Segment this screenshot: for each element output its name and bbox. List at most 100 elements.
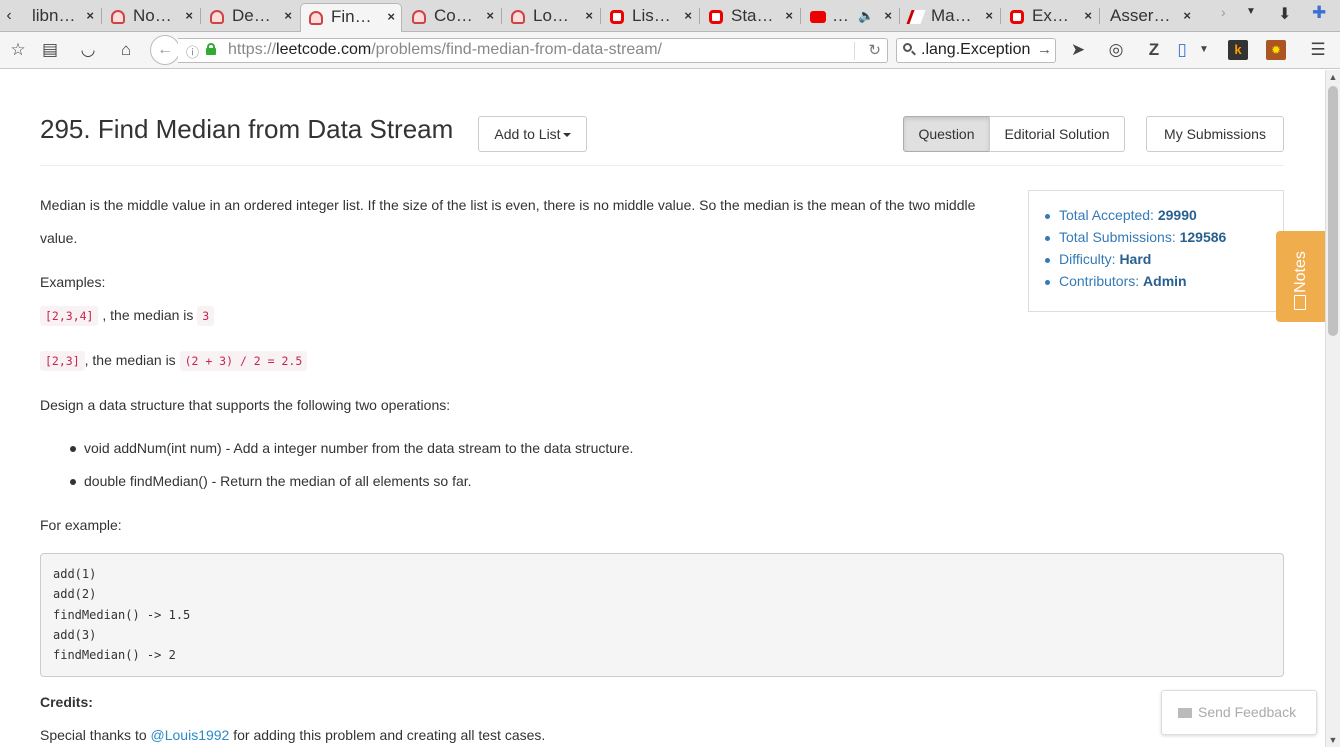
download-icon[interactable]: ⬇	[1278, 4, 1291, 24]
pen-icon	[906, 10, 926, 24]
tab-close-icon[interactable]: ×	[86, 3, 94, 29]
title-divider	[40, 165, 1284, 166]
browser-tab[interactable]: … 🔈 ×	[802, 3, 898, 32]
tab-title: Lo…	[533, 6, 569, 25]
example-1-result: 3	[197, 306, 215, 326]
document-icon[interactable]: ▯	[1172, 40, 1192, 60]
speaker-icon[interactable]: 🔈	[858, 3, 874, 29]
tab-editorial-solution[interactable]: Editorial Solution	[989, 116, 1125, 152]
browser-tab[interactable]: Ma… ×	[901, 3, 999, 32]
browser-tab[interactable]: Sta… ×	[701, 3, 799, 32]
tab-scroll-right-icon[interactable]: ›	[1221, 4, 1226, 20]
add-to-list-label: Add to List	[494, 126, 561, 142]
stat-total-accepted: Total Accepted: 29990	[1045, 207, 1283, 229]
browser-tab[interactable]: De… ×	[202, 3, 298, 32]
note-icon	[1294, 295, 1306, 310]
lock-icon	[206, 43, 216, 55]
browser-tab[interactable]: Asser… ×	[1101, 3, 1197, 32]
search-go-icon[interactable]: →	[1037, 41, 1052, 58]
leetcode-icon	[210, 10, 224, 24]
leetcode-icon	[511, 10, 525, 24]
tab-close-icon[interactable]: ×	[284, 3, 292, 29]
browser-tab-active[interactable]: Fin… ×	[300, 3, 402, 32]
tab-title: Co…	[434, 6, 473, 25]
home-icon[interactable]: ⌂	[116, 40, 136, 60]
tab-close-icon[interactable]: ×	[884, 3, 892, 29]
tab-close-icon[interactable]: ×	[785, 3, 793, 29]
reading-list-icon[interactable]: ▤	[40, 40, 60, 60]
tab-close-icon[interactable]: ×	[387, 4, 395, 30]
credits-text: Special thanks to @Louis1992 for adding …	[40, 727, 545, 743]
browser-tab[interactable]: libn… ×	[20, 3, 100, 32]
stat-total-submissions: Total Submissions: 129586	[1045, 229, 1283, 251]
tab-question[interactable]: Question	[903, 116, 990, 152]
dropdown-arrow-icon[interactable]: ▼	[1194, 40, 1214, 60]
credits-suffix: for adding this problem and creating all…	[229, 727, 546, 743]
scroll-up-icon[interactable]: ▲	[1326, 70, 1340, 84]
tab-close-icon[interactable]: ×	[185, 3, 193, 29]
tab-title: Ex…	[1032, 6, 1069, 25]
notes-button[interactable]: Notes	[1276, 231, 1325, 322]
my-submissions-button[interactable]: My Submissions	[1146, 116, 1284, 152]
oracle-icon	[610, 10, 624, 24]
url-bar[interactable]: ⓘ https://leetcode.com/problems/find-med…	[178, 38, 888, 63]
browser-tab[interactable]: Ex… ×	[1002, 3, 1098, 32]
code-example-block: add(1) add(2) findMedian() -> 1.5 add(3)…	[40, 553, 1284, 677]
tab-close-icon[interactable]: ×	[1084, 3, 1092, 29]
reload-icon[interactable]: ↻	[868, 41, 881, 59]
code-line: add(2)	[53, 587, 97, 602]
code-line: findMedian() -> 2	[53, 648, 176, 663]
add-to-list-button[interactable]: Add to List	[478, 116, 587, 152]
code-line: add(1)	[53, 567, 97, 581]
tab-separator	[899, 8, 900, 24]
for-example-label: For example:	[40, 517, 122, 533]
tab-list-icon[interactable]: ▼	[1246, 6, 1256, 17]
code-line: add(3)	[53, 627, 97, 642]
browser-tab[interactable]: Lo… ×	[503, 3, 599, 32]
browser-tab[interactable]: Lis… ×	[602, 3, 698, 32]
info-icon[interactable]: ⓘ	[186, 42, 199, 61]
tab-separator	[800, 8, 801, 24]
pocket-icon[interactable]: ◡	[78, 40, 98, 60]
notes-label: Notes	[1291, 251, 1309, 293]
vpn-globe-icon[interactable]: ◎	[1106, 40, 1126, 60]
caret-down-icon	[562, 133, 571, 138]
url-divider	[854, 42, 855, 60]
credits-prefix: Special thanks to	[40, 727, 151, 743]
scroll-down-icon[interactable]: ▼	[1326, 733, 1340, 747]
tab-bar: ‹ libn… × No… × De… × Fin… × Co… × Lo… ×…	[0, 0, 1340, 32]
tab-close-icon[interactable]: ×	[1183, 3, 1191, 29]
scrollbar-thumb[interactable]	[1328, 86, 1338, 336]
example-2-code: [2,3]	[40, 351, 85, 371]
contributors-link[interactable]: Admin	[1143, 273, 1187, 289]
tab-close-icon[interactable]: ×	[684, 3, 692, 29]
tab-title: Sta…	[731, 6, 774, 25]
new-tab-icon[interactable]: ✚	[1312, 3, 1326, 23]
send-tab-icon[interactable]: ➤	[1068, 40, 1088, 60]
tab-close-icon[interactable]: ×	[585, 3, 593, 29]
navigation-bar: ☆ ▤ ◡ ⌂ ← ⓘ https://leetcode.com/problem…	[0, 32, 1340, 69]
browser-tab[interactable]: Co… ×	[404, 3, 500, 32]
vertical-scrollbar[interactable]: ▲ ▼	[1325, 70, 1340, 747]
leetcode-icon	[111, 10, 125, 24]
search-input[interactable]: .lang.Exception	[921, 41, 1030, 59]
page-content: 295. Find Median from Data Stream Add to…	[0, 70, 1325, 747]
zotero-icon[interactable]: Z	[1144, 40, 1164, 60]
tab-close-icon[interactable]: ×	[486, 3, 494, 29]
example-1-code: [2,3,4]	[40, 306, 99, 326]
browser-tab[interactable]: No… ×	[103, 3, 199, 32]
oracle-icon	[709, 10, 723, 24]
send-feedback-button[interactable]: Send Feedback	[1161, 690, 1317, 735]
tab-close-icon[interactable]: ×	[985, 3, 993, 29]
tab-scroll-left-button[interactable]: ‹	[0, 4, 18, 28]
example-2-result: (2 + 3) / 2 = 2.5	[179, 351, 308, 371]
extension-gear-icon[interactable]: ✹	[1266, 40, 1286, 60]
search-bar[interactable]: .lang.Exception →	[896, 38, 1056, 63]
bookmark-star-icon[interactable]: ☆	[8, 40, 28, 60]
example-2-text: , the median is	[84, 352, 180, 368]
hamburger-menu-icon[interactable]: ☰	[1308, 40, 1328, 60]
credits-user-link[interactable]: @Louis1992	[151, 727, 230, 743]
extension-k-icon[interactable]: k	[1228, 40, 1248, 60]
back-button[interactable]: ←	[150, 35, 180, 65]
stat-difficulty: Difficulty: Hard	[1045, 251, 1283, 273]
